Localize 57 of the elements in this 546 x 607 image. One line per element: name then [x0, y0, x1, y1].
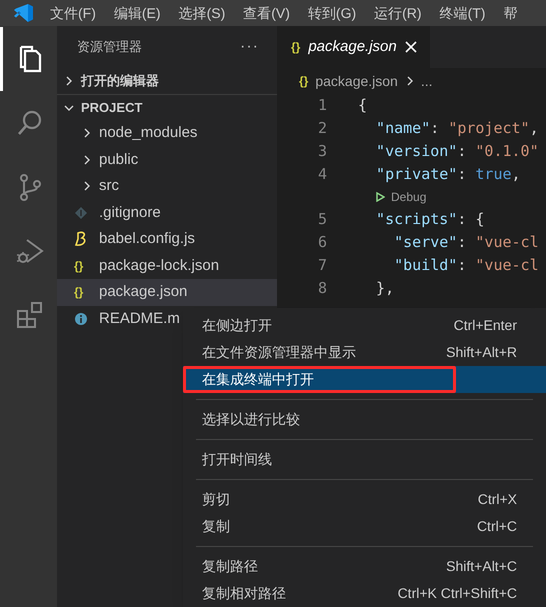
- diamond-icon: [74, 206, 88, 220]
- line-number: 6: [316, 232, 327, 254]
- line-number: 8: [316, 278, 327, 300]
- line-number: 3: [316, 141, 327, 162]
- menu-item[interactable]: 选择(S): [178, 2, 226, 24]
- file-item[interactable]: {} package.json: [57, 279, 277, 306]
- braces-icon: {}: [291, 38, 300, 56]
- menu-item[interactable]: 在侧边打开 Ctrl+Enter: [183, 312, 546, 339]
- menu-item[interactable]: 选择以进行比较: [183, 406, 546, 433]
- file-item[interactable]: babel.config.js: [57, 226, 277, 252]
- menu-item[interactable]: 在集成终端中打开: [183, 366, 546, 393]
- line-number: 5: [316, 209, 327, 230]
- menu-item[interactable]: 转到(G): [308, 2, 356, 24]
- sidebar-title: 资源管理器: [77, 38, 142, 56]
- menu-item[interactable]: 终端(T): [440, 2, 486, 24]
- menu-item[interactable]: 复制路径 Shift+Alt+C: [183, 553, 546, 580]
- line-number: 1: [316, 95, 327, 116]
- code-line: "private": true,: [375, 164, 521, 186]
- menu-item[interactable]: 运行(R): [374, 2, 422, 24]
- code-line: "version": "0.1.0": [375, 141, 539, 162]
- menu-item[interactable]: 打开时间线: [183, 446, 546, 473]
- code-line: },: [375, 278, 394, 300]
- code-line: "build": "vue-cl: [393, 255, 539, 276]
- codelens-link[interactable]: Debug: [391, 188, 426, 206]
- code-line: {: [358, 95, 368, 116]
- file-item[interactable]: {} package-lock.json: [57, 252, 277, 279]
- more-actions-button[interactable]: ···: [240, 35, 259, 59]
- braces-icon: {}: [299, 72, 308, 90]
- b-letter-icon: [74, 231, 88, 248]
- line-number: 2: [316, 118, 327, 140]
- code-line: "name": "project",: [375, 118, 539, 140]
- menu-item[interactable]: 文件(F): [50, 2, 96, 24]
- file-item[interactable]: .gitignore: [57, 200, 277, 226]
- menu-item[interactable]: 编辑(E): [114, 2, 161, 24]
- code-line: "scripts": {: [375, 209, 484, 230]
- vscode-logo-icon: [12, 2, 34, 24]
- info-icon: [74, 312, 88, 326]
- section-header[interactable]: 打开的编辑器: [57, 68, 277, 94]
- close-icon[interactable]: [404, 41, 417, 53]
- menu-item[interactable]: 帮: [503, 2, 518, 24]
- menu-item[interactable]: 在文件资源管理器中显示 Shift+Alt+R: [183, 339, 546, 366]
- file-item[interactable]: public: [57, 146, 277, 173]
- braces-icon: {}: [74, 256, 89, 275]
- menu-item[interactable]: 查看(V): [243, 2, 290, 24]
- breadcrumb-item[interactable]: package.json: [315, 70, 398, 92]
- menu-item[interactable]: 剪切 Ctrl+X: [183, 486, 546, 513]
- file-item[interactable]: node_modules: [57, 120, 277, 146]
- play-icon: [376, 192, 385, 202]
- menu-item[interactable]: 复制 Ctrl+C: [183, 513, 546, 540]
- menu-item[interactable]: 复制相对路径 Ctrl+K Ctrl+Shift+C: [183, 580, 546, 607]
- code-line: "serve": "vue-cl: [393, 232, 539, 254]
- file-item[interactable]: src: [57, 173, 277, 200]
- line-number: 4: [316, 164, 327, 186]
- braces-icon: {}: [74, 283, 89, 302]
- line-number: 7: [316, 255, 327, 276]
- editor-tab[interactable]: {} package.json: [277, 26, 430, 68]
- breadcrumb-item[interactable]: ...: [420, 70, 433, 92]
